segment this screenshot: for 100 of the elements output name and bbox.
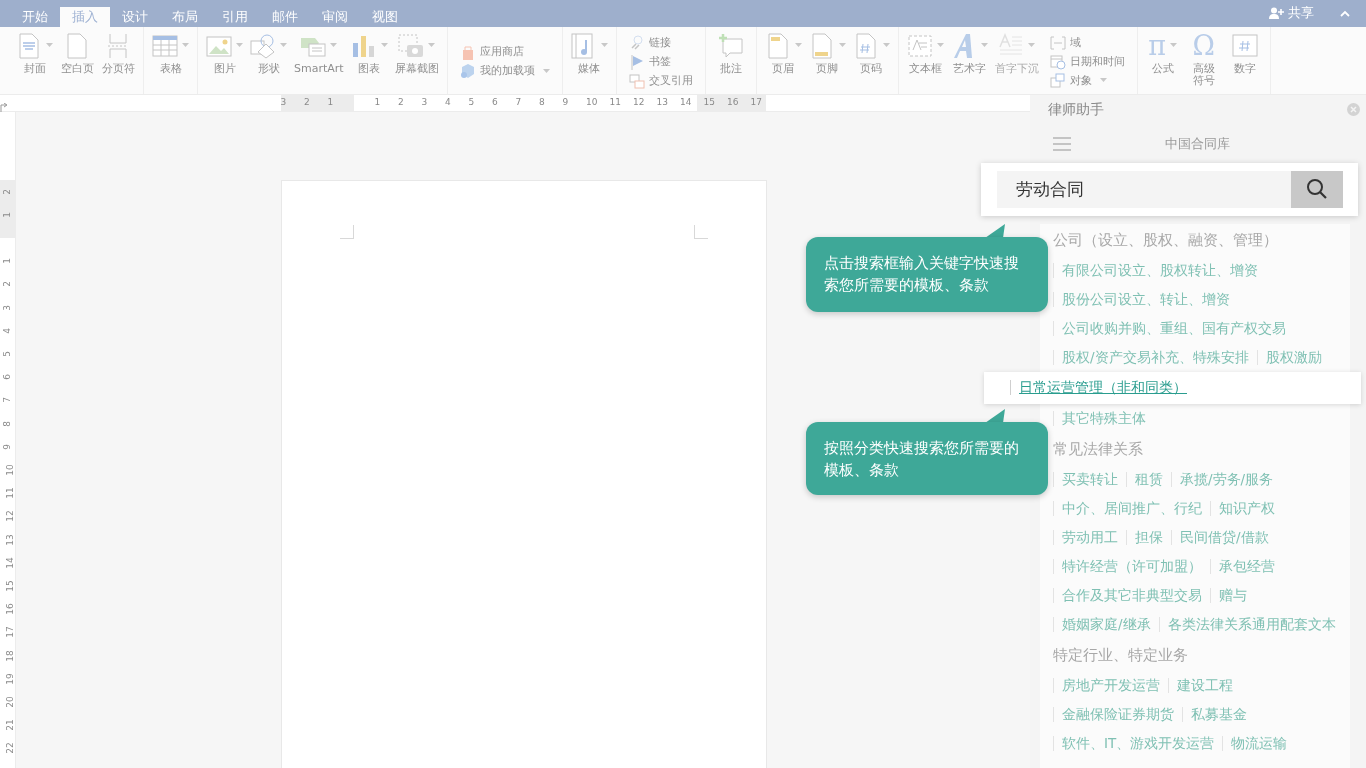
ribbon-button[interactable]: SmartArt: [292, 27, 346, 75]
ribbon-button[interactable]: 空白页: [58, 27, 96, 75]
ribbon-button[interactable]: 链接: [626, 33, 695, 52]
ribbon-tab[interactable]: 邮件: [260, 7, 310, 27]
ribbon-button[interactable]: 形状: [248, 27, 289, 75]
ribbon-button[interactable]: 文本框: [904, 27, 946, 75]
panel-title: 律师助手: [1048, 100, 1104, 120]
category-link[interactable]: 担保: [1126, 529, 1171, 545]
add-person-icon: [1269, 7, 1284, 19]
search-icon: [1306, 178, 1328, 201]
ruler-number: 2: [1, 188, 12, 195]
ruler-number: 2: [1, 281, 12, 288]
category-link[interactable]: 特许经营（许可加盟）: [1053, 558, 1210, 574]
ruler-number: 20: [4, 696, 15, 708]
ribbon-button[interactable]: 媒体: [568, 27, 610, 75]
ribbon-button[interactable]: 分页符: [99, 27, 137, 75]
ruler-number: 5: [468, 97, 475, 107]
ribbon-button[interactable]: 我的加载项: [457, 61, 552, 81]
ribbon-tab[interactable]: 插入: [60, 7, 110, 27]
ruler-number: 4: [1, 327, 12, 334]
category-link[interactable]: 有限公司设立、股权转让、增资: [1053, 262, 1266, 278]
category-link[interactable]: 日常运营管理（非和同类）: [1010, 380, 1195, 396]
field-icon: [1049, 34, 1066, 51]
category-link[interactable]: 民间借贷/借款: [1171, 529, 1277, 545]
ribbon-button[interactable]: 页码: [850, 27, 892, 75]
ruler-number: 9: [562, 97, 569, 107]
category-link[interactable]: 承揽/劳务/服务: [1171, 471, 1282, 487]
category-link[interactable]: 中介、居间推广、行纪: [1053, 500, 1210, 516]
category-link[interactable]: 其它特殊主体: [1053, 410, 1154, 426]
category-link[interactable]: 劳动用工: [1053, 529, 1126, 545]
category-link[interactable]: 物流运输: [1222, 735, 1296, 751]
ribbon-tab[interactable]: 审阅: [310, 7, 360, 27]
category-link[interactable]: 赠与: [1210, 587, 1255, 603]
ribbon-button[interactable]: 数字: [1225, 27, 1264, 75]
category-link[interactable]: 合作及其它非典型交易: [1053, 587, 1210, 603]
menu-icon: [1053, 136, 1071, 151]
ruler-number: 2: [304, 97, 310, 107]
ribbon-button[interactable]: 屏幕截图: [392, 27, 441, 75]
margin-mark: [694, 225, 708, 239]
margin-mark: [340, 225, 354, 239]
ruler-number: 6: [1, 374, 12, 381]
category-link[interactable]: 承包经营: [1210, 558, 1283, 574]
search-button[interactable]: [1291, 171, 1343, 208]
category-link[interactable]: 公司收购并购、重组、国有产权交易: [1053, 320, 1294, 336]
flag-icon: [628, 53, 645, 70]
ruler-number: 7: [1, 397, 12, 404]
cube-icon: [459, 63, 476, 79]
ruler-number: 11: [609, 97, 621, 107]
ribbon-tab[interactable]: 设计: [110, 7, 160, 27]
ribbon-button[interactable]: 封面: [14, 27, 55, 75]
category-link[interactable]: 股权/资产交易补充、特殊安排: [1053, 349, 1257, 365]
search-field[interactable]: 劳动合同: [997, 171, 1291, 208]
ribbon-button[interactable]: 页眉: [762, 27, 804, 75]
category-heading: 特定行业、特定业务: [1052, 645, 1189, 665]
ruler-number: 1: [1, 258, 12, 265]
category-link[interactable]: 婚姻家庭/继承: [1053, 616, 1159, 632]
menu-button[interactable]: [1053, 136, 1071, 151]
ribbon-tab[interactable]: 引用: [210, 7, 260, 27]
ruler-number: 22: [4, 742, 15, 755]
category-link[interactable]: 私募基金: [1182, 706, 1255, 722]
ribbon-button[interactable]: 书签: [626, 52, 695, 71]
category-link[interactable]: 金融保险证券期货: [1053, 706, 1182, 722]
category-link[interactable]: 房地产开发运营: [1053, 677, 1168, 693]
close-button[interactable]: [1347, 103, 1360, 117]
ribbon-tab[interactable]: 布局: [160, 7, 210, 27]
ruler-number: 13: [4, 533, 15, 546]
category-link[interactable]: 租赁: [1126, 471, 1171, 487]
category-link[interactable]: 知识产权: [1210, 500, 1283, 516]
ribbon-button[interactable]: 应用商店: [457, 42, 552, 62]
category-link[interactable]: 股份公司设立、转让、增资: [1053, 291, 1238, 307]
ruler-number: 14: [4, 557, 15, 569]
ruler-number: 3: [280, 97, 287, 107]
ruler-number: 8: [539, 97, 545, 107]
ruler-number: 10: [586, 97, 598, 107]
ribbon-button[interactable]: 页脚: [806, 27, 848, 75]
callout: 点击搜索框输入关键字快速搜索您所需要的模板、条款: [806, 237, 1048, 312]
ribbon-button[interactable]: 日期和时间: [1047, 52, 1127, 71]
ribbon-button[interactable]: 交叉引用: [626, 71, 695, 90]
category-link[interactable]: 股权激励: [1256, 349, 1330, 365]
ribbon-button[interactable]: 图表: [348, 27, 390, 75]
ribbon-button[interactable]: π 公式: [1143, 27, 1182, 75]
ruler-number: 1: [1, 211, 12, 218]
ribbon-tab[interactable]: 视图: [360, 7, 410, 27]
ribbon-button[interactable]: 艺术字: [948, 27, 990, 75]
ruler-number: 10: [4, 464, 15, 476]
ribbon-button[interactable]: 图片: [204, 27, 245, 75]
ribbon-tab[interactable]: 开始: [10, 7, 60, 27]
category-link[interactable]: 买卖转让: [1053, 471, 1126, 487]
ruler-number: 15: [4, 580, 15, 592]
ribbon-button[interactable]: 表格: [150, 27, 191, 75]
ribbon-button[interactable]: 域: [1047, 33, 1127, 52]
category-link[interactable]: 软件、IT、游戏开发运营: [1053, 735, 1223, 751]
category-link[interactable]: 各类法律关系通用配套文本: [1158, 616, 1344, 632]
number-icon: [1231, 32, 1258, 59]
ribbon-button[interactable]: 批注: [711, 27, 750, 75]
ribbon-button[interactable]: Ω 高级 符号: [1184, 27, 1223, 87]
share-button[interactable]: 共享: [1263, 2, 1320, 24]
ribbon-button[interactable]: 对象: [1047, 71, 1127, 90]
category-link[interactable]: 建设工程: [1168, 677, 1241, 693]
ruler-number: 11: [4, 487, 15, 499]
